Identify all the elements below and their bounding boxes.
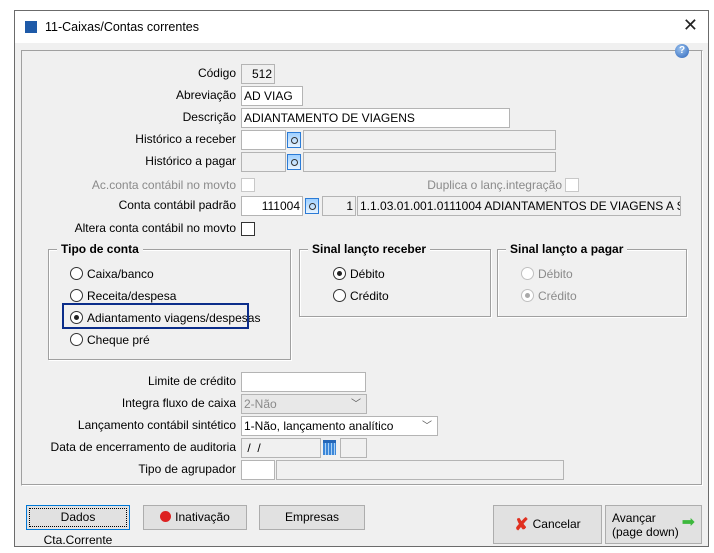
- lancamento-select[interactable]: 1-Não, lançamento analítico ﹀: [241, 416, 438, 436]
- search-icon[interactable]: [305, 198, 319, 214]
- data-auditoria-extra: [340, 438, 367, 458]
- search-icon[interactable]: [287, 154, 301, 170]
- radio-label: Débito: [350, 267, 385, 281]
- radio-receber-credito[interactable]: Crédito: [333, 288, 389, 304]
- button-label: Inativação: [175, 510, 230, 524]
- descricao-label: Descrição: [182, 110, 236, 124]
- data-auditoria-field[interactable]: / /: [241, 438, 321, 458]
- conta-padrao-label: Conta contábil padrão: [118, 198, 236, 212]
- conta-padrao-seq: 1: [322, 196, 356, 216]
- radio-icon: [521, 267, 534, 280]
- radio-label: Crédito: [538, 289, 577, 303]
- radio-icon: [521, 289, 534, 302]
- button-sublabel: (page down): [612, 525, 679, 539]
- integra-select: 2-Não ﹀: [241, 394, 367, 414]
- historico-receber-field[interactable]: [241, 130, 286, 150]
- duplica-checkbox[interactable]: [565, 178, 579, 192]
- historico-pagar-desc: [303, 152, 556, 172]
- inativacao-icon: [160, 511, 172, 522]
- descricao-field[interactable]: ADIANTAMENTO DE VIAGENS: [241, 108, 510, 128]
- historico-receber-label: Histórico a receber: [135, 132, 236, 146]
- radio-icon: [70, 267, 83, 280]
- abreviacao-field[interactable]: AD VIAG: [241, 86, 303, 106]
- radio-receber-debito[interactable]: Débito: [333, 266, 385, 282]
- limite-label: Limite de crédito: [147, 374, 236, 388]
- sinal-pagar-title: Sinal lançto a pagar: [506, 242, 628, 256]
- radio-pagar-credito: Crédito: [521, 288, 577, 304]
- radio-label: Cheque pré: [87, 333, 150, 347]
- button-label: Empresas: [284, 510, 340, 524]
- tipo-agrupador-field[interactable]: [241, 460, 275, 480]
- altera-conta-checkbox[interactable]: [241, 222, 255, 236]
- radio-icon: [70, 333, 83, 346]
- cancelar-button[interactable]: ✘ Cancelar: [493, 505, 602, 544]
- sinal-receber-title: Sinal lançto receber: [308, 242, 431, 256]
- sinal-pagar-group: Sinal lançto a pagar Débito Crédito: [497, 242, 687, 317]
- historico-pagar-label: Histórico a pagar: [145, 154, 236, 168]
- radio-cheque-pre[interactable]: Cheque pré: [70, 332, 150, 348]
- button-label: Avançar: [612, 511, 656, 525]
- conta-padrao-desc: 1.1.03.01.001.0111004 ADIANTAMENTOS DE V…: [357, 196, 681, 216]
- integra-label: Integra fluxo de caixa: [121, 396, 236, 410]
- codigo-label: Código: [197, 66, 236, 80]
- conta-padrao-field[interactable]: 111004: [241, 196, 303, 216]
- radio-label: Receita/despesa: [87, 289, 177, 303]
- calendar-icon[interactable]: [323, 440, 336, 455]
- radio-label: Crédito: [350, 289, 389, 303]
- radio-icon: [70, 289, 83, 302]
- button-label: Dados Cta.Corrente: [43, 510, 113, 547]
- codigo-field: 512: [241, 64, 275, 84]
- radio-pagar-debito: Débito: [521, 266, 573, 282]
- integra-value: 2-Não: [244, 397, 277, 411]
- dados-cta-corrente-button[interactable]: Dados Cta.Corrente: [26, 505, 130, 547]
- radio-label: Caixa/banco: [87, 267, 154, 281]
- search-icon[interactable]: [287, 132, 301, 148]
- chevron-down-icon: ﹀: [351, 399, 361, 410]
- lancamento-value: 1-Não, lançamento analítico: [244, 419, 394, 433]
- chevron-down-icon[interactable]: ﹀: [419, 418, 435, 434]
- tipo-agrupador-desc: [276, 460, 564, 480]
- ac-conta-label: Ac.conta contábil no movto: [91, 178, 236, 192]
- radio-icon: [333, 267, 346, 280]
- button-label: Cancelar: [532, 517, 581, 531]
- arrow-right-icon: ➡: [681, 514, 695, 531]
- tipo-conta-title: Tipo de conta: [57, 242, 143, 256]
- inativacao-button[interactable]: Inativação: [143, 505, 247, 530]
- altera-conta-label: Altera conta contábil no movto: [74, 221, 236, 235]
- ac-conta-checkbox[interactable]: [241, 178, 255, 192]
- limite-field[interactable]: [241, 372, 366, 392]
- lancamento-label: Lançamento contábil sintético: [77, 418, 236, 432]
- avancar-button[interactable]: Avançar (page down) ➡: [605, 505, 702, 544]
- empresas-button[interactable]: Empresas: [259, 505, 365, 530]
- form: Código 512 Abreviação AD VIAG Descrição …: [0, 0, 714, 553]
- cancel-x-icon: ✘: [514, 515, 529, 534]
- sinal-receber-group: Sinal lançto receber Débito Crédito: [299, 242, 491, 317]
- radio-receita-despesa[interactable]: Receita/despesa: [70, 288, 176, 304]
- duplica-label: Duplica o lanç.integração: [427, 178, 562, 192]
- abreviacao-label: Abreviação: [175, 88, 236, 102]
- highlight-box: [62, 303, 249, 329]
- radio-caixa-banco[interactable]: Caixa/banco: [70, 266, 154, 282]
- historico-receber-desc: [303, 130, 556, 150]
- radio-icon: [333, 289, 346, 302]
- historico-pagar-field[interactable]: [241, 152, 286, 172]
- radio-label: Débito: [538, 267, 573, 281]
- tipo-agrupador-label: Tipo de agrupador: [138, 462, 236, 476]
- data-auditoria-label: Data de encerramento de auditoria: [50, 440, 236, 454]
